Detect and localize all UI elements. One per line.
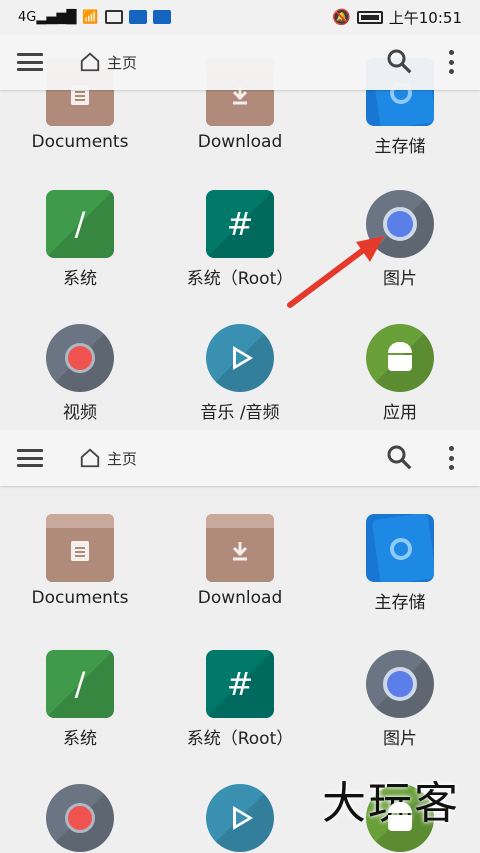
item-label: Download bbox=[197, 588, 283, 608]
item-label: 系统（Root） bbox=[186, 269, 294, 289]
grid-item-video[interactable]: 视频 bbox=[0, 324, 160, 423]
home-icon bbox=[80, 52, 100, 72]
battery-icon bbox=[356, 10, 383, 24]
item-label: Download bbox=[197, 132, 283, 152]
camera-lens-icon bbox=[366, 190, 434, 258]
grid-item-music[interactable] bbox=[160, 784, 320, 852]
grid-item-pictures[interactable]: 图片 bbox=[320, 190, 480, 289]
item-label: 主存储 bbox=[374, 593, 426, 613]
grid-item-root[interactable]: # 系统（Root） bbox=[160, 650, 320, 749]
cloud-icon bbox=[152, 10, 171, 24]
play-icon bbox=[206, 324, 274, 392]
item-label: 系统（Root） bbox=[186, 729, 294, 749]
documents-folder-icon bbox=[46, 514, 114, 582]
toolbar: 主页 bbox=[0, 34, 480, 90]
wifi-icon: 📶 bbox=[82, 9, 99, 25]
breadcrumb[interactable]: 主页 bbox=[79, 447, 137, 469]
grid-item-music[interactable]: 音乐 /音频 bbox=[160, 324, 320, 423]
status-bar: 4G▂▄▆█ 📶 🔕 上午10:51 bbox=[0, 0, 480, 34]
page-title: 主页 bbox=[107, 53, 138, 72]
storage-icon bbox=[366, 514, 434, 582]
network-type: 4G▂▄▆█ bbox=[18, 9, 77, 25]
item-label: 图片 bbox=[383, 729, 417, 749]
camera-lens-icon bbox=[366, 650, 434, 718]
page-title: 主页 bbox=[107, 449, 138, 468]
play-icon bbox=[206, 784, 274, 852]
grid-item-system[interactable]: / 系统 bbox=[0, 190, 160, 289]
search-icon[interactable] bbox=[384, 46, 416, 78]
menu-icon[interactable] bbox=[17, 449, 43, 467]
toolbar-secondary: 主页 bbox=[0, 430, 480, 486]
system-slash-icon: / bbox=[46, 650, 114, 718]
item-label: 视频 bbox=[63, 403, 97, 423]
download-folder-icon bbox=[206, 514, 274, 582]
search-icon[interactable] bbox=[384, 442, 416, 474]
item-label: 音乐 /音频 bbox=[200, 403, 280, 423]
item-label: Documents bbox=[31, 132, 129, 152]
item-label: 图片 bbox=[383, 269, 417, 289]
android-icon bbox=[366, 324, 434, 392]
home-icon bbox=[80, 448, 100, 468]
more-vert-icon[interactable] bbox=[446, 446, 456, 470]
video-record-icon bbox=[46, 324, 114, 392]
item-label: 应用 bbox=[383, 403, 417, 423]
item-label: 主存储 bbox=[374, 137, 426, 157]
item-label: Documents bbox=[31, 588, 129, 608]
menu-icon[interactable] bbox=[17, 53, 43, 71]
item-label: 系统 bbox=[63, 269, 97, 289]
clock: 上午10:51 bbox=[388, 8, 462, 27]
more-vert-icon[interactable] bbox=[446, 50, 456, 74]
grid-item-system[interactable]: / 系统 bbox=[0, 650, 160, 749]
shield-icon bbox=[128, 10, 147, 24]
grid-item-storage[interactable]: 主存储 bbox=[320, 514, 480, 613]
mute-bell-icon: 🔕 bbox=[332, 8, 351, 26]
video-record-icon bbox=[46, 784, 114, 852]
system-slash-icon: / bbox=[46, 190, 114, 258]
root-hash-icon: # bbox=[206, 190, 274, 258]
grid-item-documents[interactable]: Documents bbox=[0, 514, 160, 608]
grid-item-pictures[interactable]: 图片 bbox=[320, 650, 480, 749]
grid-item-video[interactable] bbox=[0, 784, 160, 852]
item-label: 系统 bbox=[63, 729, 97, 749]
breadcrumb[interactable]: 主页 bbox=[79, 51, 137, 73]
grid-item-download[interactable]: Download bbox=[160, 514, 320, 608]
mail-icon bbox=[104, 10, 123, 24]
grid-item-apps[interactable]: 应用 bbox=[320, 324, 480, 423]
grid-item-root[interactable]: # 系统（Root） bbox=[160, 190, 320, 289]
root-hash-icon: # bbox=[206, 650, 274, 718]
